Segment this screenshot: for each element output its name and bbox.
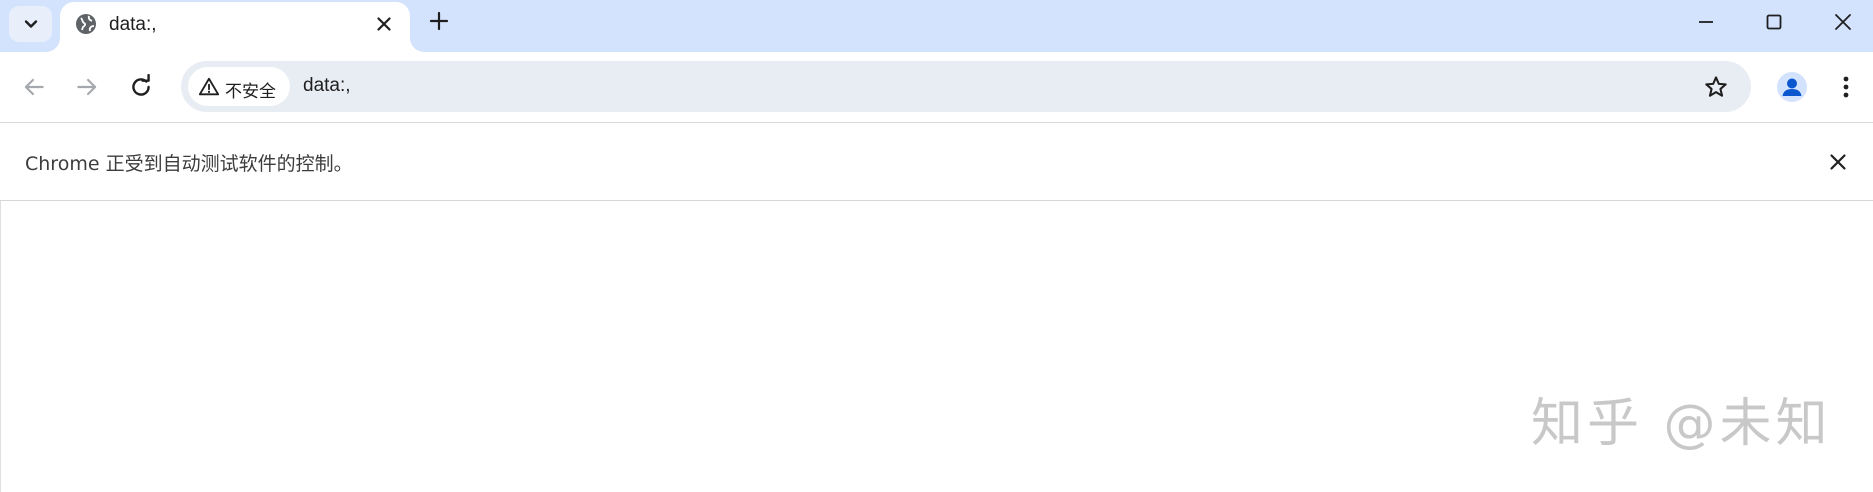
security-chip[interactable]: 不安全 [188, 67, 290, 106]
page-content: 知乎 @未知 [0, 201, 1873, 492]
window-close-icon[interactable] [1831, 10, 1855, 34]
arrow-left-icon[interactable] [21, 74, 47, 100]
more-vert-icon[interactable] [1833, 73, 1859, 101]
minimize-icon[interactable] [1694, 10, 1718, 34]
security-label: 不安全 [225, 82, 276, 102]
address-bar[interactable]: 不安全 data:, [181, 61, 1751, 112]
person-icon [1782, 78, 1802, 96]
chevron-down-icon [24, 20, 37, 28]
plus-icon[interactable] [427, 9, 451, 33]
tab-search-button[interactable] [9, 6, 52, 42]
arrow-right-icon[interactable] [74, 74, 100, 100]
automation-infobar: Chrome 正受到自动测试软件的控制。 [0, 123, 1873, 201]
infobar-message: Chrome 正受到自动测试软件的控制。 [25, 153, 353, 175]
tab-strip: data:, [0, 0, 1873, 52]
profile-avatar[interactable] [1777, 72, 1807, 102]
maximize-icon[interactable] [1762, 10, 1786, 34]
active-tab[interactable]: data:, [60, 2, 410, 52]
close-icon[interactable] [1826, 150, 1850, 174]
warning-icon [198, 77, 220, 96]
watermark: 知乎 @未知 [1531, 394, 1832, 454]
tab-title: data:, [109, 14, 157, 35]
globe-icon [76, 14, 96, 34]
reload-icon[interactable] [128, 74, 154, 100]
close-icon[interactable] [372, 12, 396, 36]
star-icon[interactable] [1703, 74, 1729, 100]
toolbar: 不安全 data:, [0, 52, 1873, 123]
url-text[interactable]: data:, [303, 75, 351, 97]
